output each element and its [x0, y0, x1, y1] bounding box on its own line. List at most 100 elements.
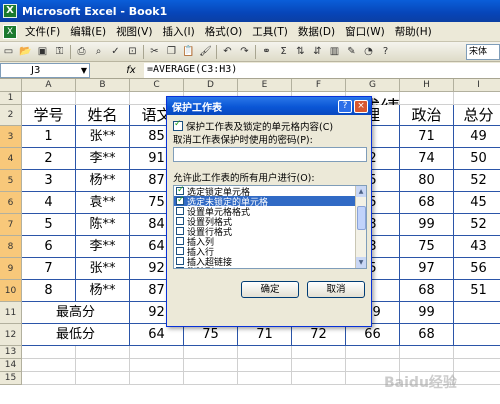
cell[interactable] — [454, 302, 500, 324]
column-header-a[interactable]: A — [22, 79, 76, 92]
close-icon[interactable]: × — [354, 99, 368, 113]
data-cell[interactable]: 75 — [400, 236, 454, 258]
save-icon[interactable]: ▣ — [35, 44, 50, 59]
autosum-icon[interactable]: Σ — [276, 44, 291, 59]
cell[interactable] — [400, 346, 454, 359]
cell[interactable] — [454, 359, 500, 372]
cell[interactable] — [454, 324, 500, 346]
column-header-b[interactable]: B — [76, 79, 130, 92]
password-input[interactable] — [173, 147, 367, 162]
cell[interactable] — [292, 359, 346, 372]
cell[interactable] — [184, 346, 238, 359]
data-cell[interactable]: 8 — [22, 280, 76, 302]
help-icon[interactable]: ? — [338, 99, 352, 113]
row-header-7[interactable]: 7 — [0, 214, 22, 236]
row-header-2[interactable]: 2 — [0, 105, 22, 126]
permission-checkbox[interactable] — [176, 217, 184, 225]
permission-checkbox[interactable] — [176, 227, 184, 235]
cell[interactable] — [238, 359, 292, 372]
protect-contents-option[interactable]: 保护工作表及锁定的单元格内容(C) — [173, 119, 365, 133]
print-preview-icon[interactable]: ⌕ — [91, 44, 106, 59]
cell[interactable] — [292, 346, 346, 359]
menu-view[interactable]: 视图(V) — [111, 24, 157, 39]
protect-contents-checkbox[interactable] — [173, 119, 183, 131]
column-header-e[interactable]: E — [238, 79, 292, 92]
data-cell[interactable]: 杨** — [76, 280, 130, 302]
data-cell[interactable]: 74 — [400, 148, 454, 170]
formula-input[interactable]: =AVERAGE(C3:H3) — [144, 62, 500, 78]
format-painter-icon[interactable]: 🖌 — [198, 44, 213, 59]
min-score-cell[interactable]: 68 — [400, 324, 454, 346]
cell[interactable] — [238, 346, 292, 359]
zoom-icon[interactable]: ◔ — [361, 44, 376, 59]
data-cell[interactable]: 56 — [454, 258, 500, 280]
row-header-4[interactable]: 4 — [0, 148, 22, 170]
row-header-14[interactable]: 14 — [0, 359, 22, 372]
max-score-cell[interactable]: 99 — [400, 302, 454, 324]
data-cell[interactable]: 68 — [400, 280, 454, 302]
permission-checkbox[interactable] — [176, 267, 184, 268]
menu-format[interactable]: 格式(O) — [200, 24, 247, 39]
cell[interactable] — [76, 372, 130, 385]
header-cell[interactable]: 姓名 — [76, 105, 130, 126]
menu-data[interactable]: 数据(D) — [293, 24, 340, 39]
header-cell[interactable]: 总分 — [454, 105, 500, 126]
min-score-cell[interactable]: 75 — [184, 324, 238, 346]
data-cell[interactable]: 97 — [400, 258, 454, 280]
header-cell[interactable]: 政治 — [400, 105, 454, 126]
cell[interactable] — [184, 359, 238, 372]
help-icon[interactable]: ? — [378, 44, 393, 59]
permissions-scrollbar[interactable]: ▲ ▼ — [355, 186, 366, 268]
paste-icon[interactable]: 📋 — [181, 44, 196, 59]
data-cell[interactable]: 陈** — [76, 214, 130, 236]
data-cell[interactable]: 99 — [400, 214, 454, 236]
data-cell[interactable]: 张** — [76, 258, 130, 280]
data-cell[interactable]: 51 — [454, 280, 500, 302]
cell[interactable] — [22, 359, 76, 372]
spelling-icon[interactable]: ✓ — [108, 44, 123, 59]
data-cell[interactable]: 2 — [22, 148, 76, 170]
column-header-d[interactable]: D — [184, 79, 238, 92]
cell[interactable] — [22, 92, 76, 105]
open-icon[interactable]: 📂 — [18, 44, 33, 59]
menu-file[interactable]: 文件(F) — [20, 24, 65, 39]
permission-item[interactable]: 删除列 — [174, 266, 366, 268]
select-all-corner[interactable] — [0, 79, 22, 92]
min-score-cell[interactable]: 66 — [346, 324, 400, 346]
data-cell[interactable]: 50 — [454, 148, 500, 170]
row-header-9[interactable]: 9 — [0, 258, 22, 280]
data-cell[interactable]: 4 — [22, 192, 76, 214]
new-icon[interactable]: ▭ — [1, 44, 16, 59]
data-cell[interactable]: 6 — [22, 236, 76, 258]
cell[interactable] — [400, 92, 454, 105]
data-cell[interactable]: 52 — [454, 214, 500, 236]
undo-icon[interactable]: ↶ — [220, 44, 235, 59]
permission-icon[interactable]: ⚿ — [52, 44, 67, 59]
cell[interactable] — [22, 346, 76, 359]
row-header-3[interactable]: 3 — [0, 126, 22, 148]
workbook-icon[interactable]: X — [3, 24, 17, 39]
row-header-13[interactable]: 13 — [0, 346, 22, 359]
drawing-icon[interactable]: ✎ — [344, 44, 359, 59]
menu-tools[interactable]: 工具(T) — [247, 24, 293, 39]
permission-checkbox[interactable] — [176, 237, 184, 245]
hyperlink-icon[interactable]: ⚭ — [259, 44, 274, 59]
data-cell[interactable]: 45 — [454, 192, 500, 214]
row-header-1[interactable]: 1 — [0, 92, 22, 105]
column-header-h[interactable]: H — [400, 79, 454, 92]
cell[interactable] — [76, 359, 130, 372]
chevron-down-icon[interactable]: ▼ — [81, 64, 87, 77]
max-score-label[interactable]: 最高分 — [22, 302, 130, 324]
cell[interactable] — [184, 372, 238, 385]
cell[interactable] — [76, 346, 130, 359]
cell[interactable] — [292, 372, 346, 385]
cell[interactable] — [454, 92, 500, 105]
column-header-c[interactable]: C — [130, 79, 184, 92]
menu-help[interactable]: 帮助(H) — [390, 24, 437, 39]
row-header-15[interactable]: 15 — [0, 372, 22, 385]
cell[interactable] — [400, 359, 454, 372]
scroll-thumb[interactable] — [357, 206, 366, 230]
permission-checkbox[interactable] — [176, 257, 184, 265]
data-cell[interactable]: 71 — [400, 126, 454, 148]
data-cell[interactable]: 1 — [22, 126, 76, 148]
